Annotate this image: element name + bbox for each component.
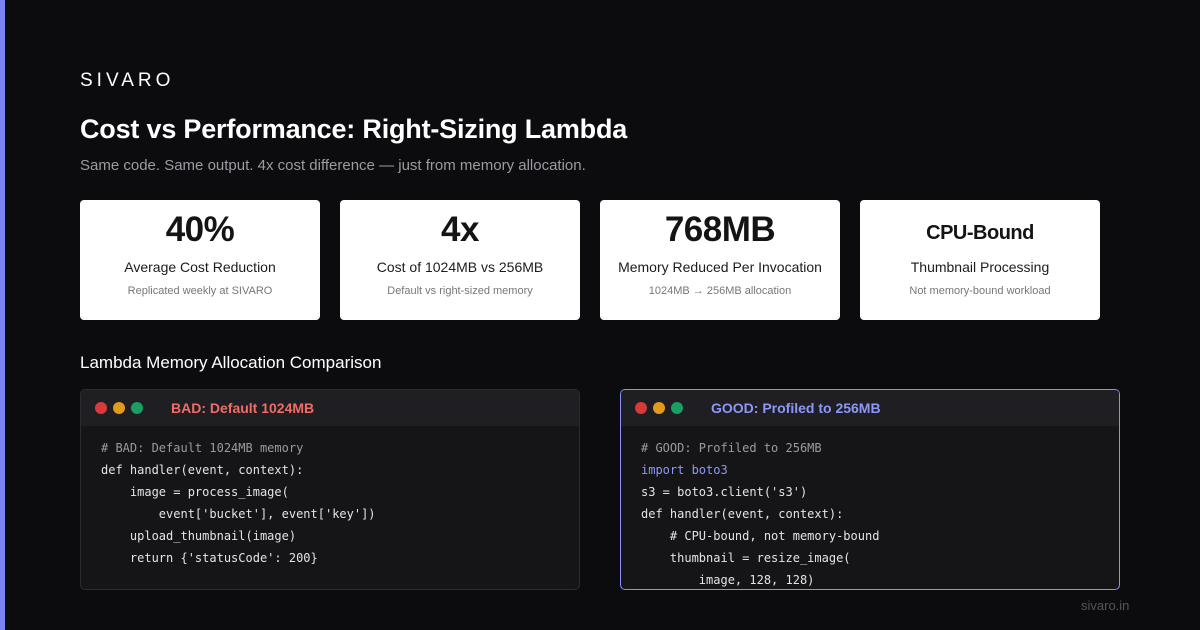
stat-card-cost-reduction: 40% Average Cost Reduction Replicated we… bbox=[80, 200, 320, 320]
stat-card-workload-type: CPU-Bound Thumbnail Processing Not memor… bbox=[860, 200, 1100, 320]
section-title: Lambda Memory Allocation Comparison bbox=[80, 353, 382, 372]
code-panel-good: GOOD: Profiled to 256MB # GOOD: Profiled… bbox=[620, 389, 1120, 590]
code-block: # GOOD: Profiled to 256MB import boto3 s… bbox=[621, 426, 1119, 589]
code-panel-bad: BAD: Default 1024MB # BAD: Default 1024M… bbox=[80, 389, 580, 590]
panel-header: BAD: Default 1024MB bbox=[81, 390, 579, 426]
brand-logo: SIVARO bbox=[80, 70, 175, 91]
code-line: thumbnail = resize_image( bbox=[641, 551, 851, 565]
code-line: def handler(event, context): bbox=[641, 507, 844, 521]
red-dot-icon bbox=[95, 402, 107, 414]
code-line: # BAD: Default 1024MB memory bbox=[101, 441, 304, 455]
code-line: event['bucket'], event['key']) bbox=[101, 507, 376, 521]
code-line: image = process_image( bbox=[101, 485, 289, 499]
green-dot-icon bbox=[131, 402, 143, 414]
stats-row: 40% Average Cost Reduction Replicated we… bbox=[80, 200, 1100, 320]
code-line: def handler(event, context): bbox=[101, 463, 304, 477]
stat-note: 1024MB → 256MB allocation bbox=[648, 285, 792, 297]
stat-label: Thumbnail Processing bbox=[910, 259, 1050, 275]
stat-note: Default vs right-sized memory bbox=[387, 285, 533, 297]
stat-label: Memory Reduced Per Invocation bbox=[618, 259, 822, 275]
code-line: s3 = boto3.client('s3') bbox=[641, 485, 808, 499]
code-line: image, 128, 128) bbox=[641, 573, 815, 587]
footer-url: sivaro.in bbox=[1081, 598, 1130, 613]
stat-card-memory-reduced: 768MB Memory Reduced Per Invocation 1024… bbox=[600, 200, 840, 320]
stat-label: Average Cost Reduction bbox=[124, 259, 276, 275]
panel-title: GOOD: Profiled to 256MB bbox=[711, 400, 881, 416]
stat-note: Replicated weekly at SIVARO bbox=[127, 285, 273, 297]
red-dot-icon bbox=[635, 402, 647, 414]
page-title: Cost vs Performance: Right-Sizing Lambda bbox=[80, 114, 628, 144]
code-line: import boto3 bbox=[641, 463, 728, 477]
code-block: # BAD: Default 1024MB memory def handler… bbox=[81, 426, 579, 569]
yellow-dot-icon bbox=[113, 402, 125, 414]
accent-bar bbox=[0, 0, 5, 630]
code-line: # GOOD: Profiled to 256MB bbox=[641, 441, 822, 455]
stat-note: Not memory-bound workload bbox=[909, 285, 1051, 297]
stat-value: CPU-Bound bbox=[926, 222, 1034, 244]
stat-value: 40% bbox=[165, 210, 235, 249]
yellow-dot-icon bbox=[653, 402, 665, 414]
panel-title: BAD: Default 1024MB bbox=[171, 400, 315, 416]
code-line: return {'statusCode': 200} bbox=[101, 551, 318, 565]
stat-label: Cost of 1024MB vs 256MB bbox=[376, 259, 544, 275]
green-dot-icon bbox=[671, 402, 683, 414]
page-subtitle: Same code. Same output. 4x cost differen… bbox=[80, 157, 586, 174]
panel-header: GOOD: Profiled to 256MB bbox=[621, 390, 1119, 426]
stat-card-cost-ratio: 4x Cost of 1024MB vs 256MB Default vs ri… bbox=[340, 200, 580, 320]
code-line: # CPU-bound, not memory-bound bbox=[641, 529, 880, 543]
stat-value: 768MB bbox=[664, 210, 776, 249]
stat-value: 4x bbox=[441, 210, 479, 249]
code-line: upload_thumbnail(image) bbox=[101, 529, 297, 543]
